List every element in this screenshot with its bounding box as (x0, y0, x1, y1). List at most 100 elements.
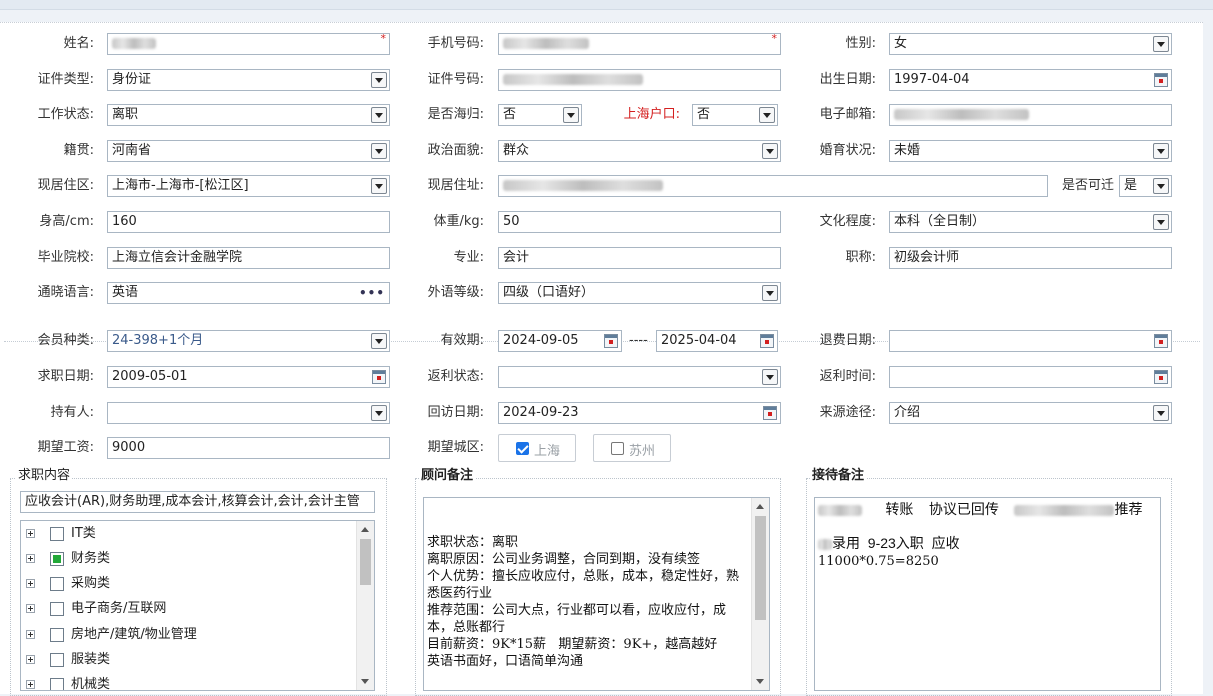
tree-item[interactable]: 机械类 (21, 675, 357, 690)
dropdown-arrow-icon[interactable] (371, 405, 387, 421)
dropdown-arrow-icon[interactable] (1153, 36, 1169, 52)
checkbox-unchecked-icon[interactable] (611, 442, 624, 455)
valid-from-input[interactable]: 2024-09-05 (498, 330, 622, 352)
major-input[interactable]: 会计 (498, 247, 781, 269)
scroll-thumb[interactable] (360, 539, 371, 585)
dropdown-arrow-icon[interactable] (371, 143, 387, 159)
calendar-icon[interactable] (372, 370, 386, 384)
calendar-icon[interactable] (1154, 73, 1168, 87)
address-input[interactable] (498, 175, 1048, 197)
name-input[interactable]: * (107, 33, 390, 55)
tree-item[interactable]: 房地产/建筑/物业管理 (21, 625, 357, 645)
school-input[interactable]: 上海立信会计金融学院 (107, 247, 390, 269)
returnee-value: 否 (503, 107, 517, 122)
dropdown-arrow-icon[interactable] (1153, 178, 1169, 194)
advisor-note-scrollbar[interactable] (751, 498, 769, 690)
checkbox-checked-icon[interactable] (516, 442, 529, 455)
email-input[interactable] (889, 104, 1172, 126)
checkbox-unchecked-icon[interactable] (50, 527, 64, 541)
visit-date-input[interactable]: 2024-09-23 (498, 402, 781, 424)
checkbox-unchecked-icon[interactable] (50, 628, 64, 642)
gender-select[interactable]: 女 (889, 33, 1172, 55)
tree-item[interactable]: IT类 (21, 524, 357, 544)
tree-item[interactable]: 财务类 (21, 549, 357, 569)
expand-icon[interactable] (26, 655, 35, 664)
expand-icon[interactable] (26, 680, 35, 689)
education-select[interactable]: 本科（全日制） (889, 211, 1172, 233)
tree-item[interactable]: 采购类 (21, 574, 357, 594)
rebate-time-input[interactable] (889, 366, 1172, 388)
phone-input[interactable]: * (498, 33, 781, 55)
dropdown-arrow-icon[interactable] (371, 72, 387, 88)
checkbox-unchecked-icon[interactable] (50, 653, 64, 667)
birth-date-input[interactable]: 1997-04-04 (889, 69, 1172, 91)
marital-select[interactable]: 未婚 (889, 140, 1172, 162)
relocate-select[interactable]: 是 (1119, 175, 1172, 197)
calendar-icon[interactable] (604, 334, 618, 348)
dropdown-arrow-icon[interactable] (371, 107, 387, 123)
dropdown-arrow-icon[interactable] (1153, 143, 1169, 159)
scroll-down-icon[interactable] (361, 679, 369, 684)
rebate-status-select[interactable] (498, 366, 781, 388)
checkbox-partial-icon[interactable] (50, 552, 64, 566)
title-input[interactable]: 初级会计师 (889, 247, 1172, 269)
id-no-input[interactable] (498, 69, 781, 91)
tree-scrollbar[interactable] (356, 521, 374, 690)
native-place-select[interactable]: 河南省 (107, 140, 390, 162)
redacted-text (112, 38, 156, 49)
foreign-level-select[interactable]: 四级（口语好） (498, 282, 781, 304)
shanghai-hukou-select[interactable]: 否 (692, 104, 778, 126)
source-select[interactable]: 介绍 (889, 402, 1172, 424)
calendar-icon[interactable] (1154, 370, 1168, 384)
dropdown-arrow-icon[interactable] (759, 107, 775, 123)
tree-item[interactable]: 电子商务/互联网 (21, 599, 357, 619)
dropdown-arrow-icon[interactable] (1153, 405, 1169, 421)
gender-label: 性别: (845, 36, 876, 51)
tree-item[interactable]: 服装类 (21, 650, 357, 670)
dropdown-arrow-icon[interactable] (1153, 214, 1169, 230)
refund-date-input[interactable] (889, 330, 1172, 352)
scroll-down-icon[interactable] (756, 679, 764, 684)
salary-input[interactable]: 9000 (107, 437, 390, 459)
advisor-note-textarea[interactable]: 求职状态：离职 离职原因：公司业务调整，合同到期，没有续签 个人优势：擅长应收应… (423, 497, 770, 691)
expand-icon[interactable] (26, 579, 35, 588)
expand-icon[interactable] (26, 554, 35, 563)
calendar-icon[interactable] (760, 334, 774, 348)
expand-icon[interactable] (26, 529, 35, 538)
residence-area-select[interactable]: 上海市-上海市-[松江区] (107, 175, 390, 197)
weight-input[interactable]: 50 (498, 211, 781, 233)
source-value: 介绍 (894, 405, 921, 420)
calendar-icon[interactable] (763, 406, 777, 420)
city-option-suzhou[interactable]: 苏州 (593, 434, 671, 462)
job-content-selected[interactable]: 应收会计(AR),财务助理,成本会计,核算会计,会计,会计主管 (20, 491, 375, 513)
checkbox-unchecked-icon[interactable] (50, 602, 64, 616)
holder-select[interactable] (107, 402, 390, 424)
valid-to-input[interactable]: 2025-04-04 (656, 330, 778, 352)
dropdown-arrow-icon[interactable] (762, 143, 778, 159)
dropdown-arrow-icon[interactable] (371, 178, 387, 194)
dropdown-arrow-icon[interactable] (762, 285, 778, 301)
id-type-select[interactable]: 身份证 (107, 69, 390, 91)
work-status-select[interactable]: 离职 (107, 104, 390, 126)
languages-input[interactable]: 英语 ••• (107, 282, 390, 304)
member-type-select[interactable]: 24-398+1个月 (107, 330, 390, 352)
more-icon[interactable]: ••• (359, 283, 385, 303)
job-date-input[interactable]: 2009-05-01 (107, 366, 390, 388)
expand-icon[interactable] (26, 604, 35, 613)
reception-note-textarea[interactable]: 转账 协议已回传 推荐 录用 9-23入职 应收 11000*0.75=8250 (814, 497, 1161, 691)
marital-value: 未婚 (894, 143, 921, 158)
expand-icon[interactable] (26, 630, 35, 639)
checkbox-unchecked-icon[interactable] (50, 678, 64, 690)
returnee-select[interactable]: 否 (498, 104, 582, 126)
height-input[interactable]: 160 (107, 211, 390, 233)
dropdown-arrow-icon[interactable] (563, 107, 579, 123)
scroll-up-icon[interactable] (756, 504, 764, 509)
city-option-shanghai[interactable]: 上海 (498, 434, 576, 462)
checkbox-unchecked-icon[interactable] (50, 577, 64, 591)
dropdown-arrow-icon[interactable] (371, 333, 387, 349)
scroll-up-icon[interactable] (361, 527, 369, 532)
calendar-icon[interactable] (1154, 334, 1168, 348)
scroll-thumb[interactable] (755, 516, 766, 620)
dropdown-arrow-icon[interactable] (762, 369, 778, 385)
political-select[interactable]: 群众 (498, 140, 781, 162)
